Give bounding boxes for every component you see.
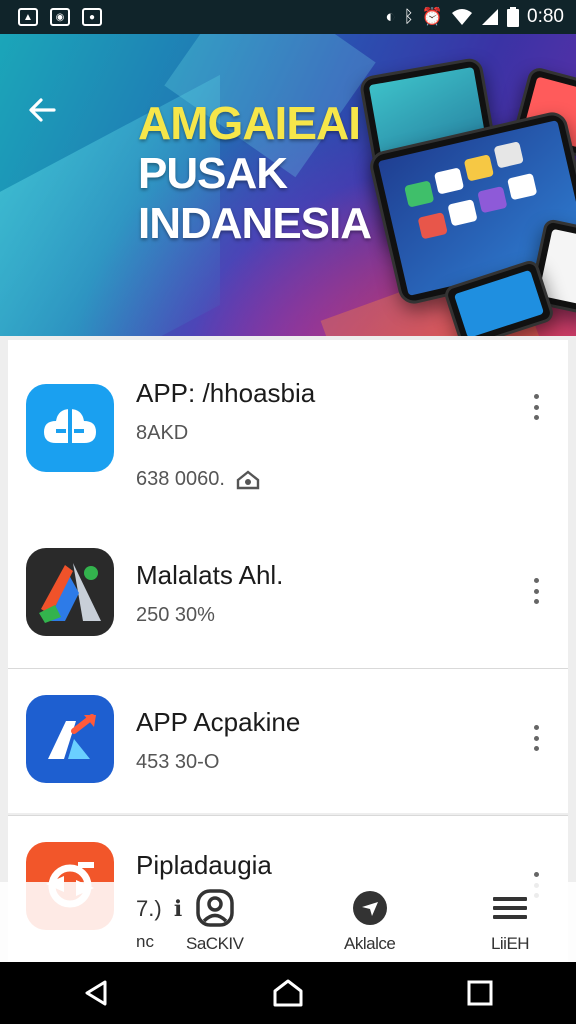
app-downloads: 638 0060. bbox=[136, 468, 261, 491]
nav-item-profile[interactable]: SaCKIV bbox=[186, 888, 244, 954]
app-stats: 250 30% bbox=[136, 604, 215, 626]
app-arrow-a-icon bbox=[26, 695, 114, 783]
nav-label: Aklalce bbox=[344, 934, 396, 953]
home-badge-icon bbox=[236, 470, 259, 489]
system-navigation-bar bbox=[0, 962, 576, 1024]
app-name: Malalats Ahl. bbox=[136, 560, 284, 590]
back-button[interactable] bbox=[26, 94, 60, 128]
app-list-card: APP: /hhoasbia 8AKD 638 0060. Malalats A… bbox=[8, 340, 568, 670]
banner-line-2: PUSAK bbox=[138, 149, 288, 198]
image-icon: ▲ bbox=[18, 8, 38, 26]
compass-icon bbox=[352, 891, 387, 925]
banner-line-1: AMGAIEAI bbox=[138, 97, 361, 149]
status-time: 0:80 bbox=[527, 6, 564, 27]
menu-icon bbox=[493, 897, 527, 919]
app-a-logo-icon bbox=[26, 548, 114, 636]
nav-label: LiiEH bbox=[490, 934, 530, 953]
system-home-button[interactable] bbox=[268, 973, 308, 1013]
battery-icon bbox=[507, 7, 520, 27]
banner-line-3: INDANESIA bbox=[138, 199, 372, 248]
signal-icon bbox=[482, 9, 499, 25]
list-item-app-3[interactable]: APP Acpakine 453 30-O bbox=[8, 668, 568, 813]
system-back-button[interactable] bbox=[76, 973, 116, 1013]
bottom-navigation: SaCKIV Aklalce LiiEH bbox=[0, 882, 576, 962]
info-icon: ℹ bbox=[173, 896, 183, 921]
nav-item-menu[interactable]: LiiEH bbox=[490, 888, 530, 954]
app-name: APP: /hhoasbia bbox=[136, 378, 316, 408]
app-cloud-icon bbox=[26, 384, 114, 472]
app-developer: 8AKD bbox=[136, 422, 189, 444]
more-options-button[interactable] bbox=[532, 578, 540, 604]
app-stats: 7.) ℹ bbox=[136, 896, 183, 921]
home-icon bbox=[273, 979, 303, 1007]
profile-icon bbox=[195, 889, 234, 927]
system-recents-button[interactable] bbox=[460, 973, 500, 1013]
hero-banner: AMGAIEAI PUSAK INDANESIA bbox=[0, 34, 576, 336]
square-recents-icon bbox=[467, 980, 493, 1006]
bluetooth-icon: ᛒ bbox=[403, 7, 414, 26]
more-options-button[interactable] bbox=[532, 725, 540, 751]
app-name: Pipladaugia bbox=[136, 850, 272, 880]
moon-icon: ◐ bbox=[385, 7, 396, 26]
list-item-app-2[interactable]: Malalats Ahl. 250 30% bbox=[8, 522, 568, 670]
triangle-back-icon bbox=[85, 980, 107, 1006]
app-icon: ● bbox=[82, 8, 102, 26]
banner-headline: AMGAIEAI PUSAK INDANESIA bbox=[138, 97, 372, 248]
alarm-icon: ⏰ bbox=[421, 7, 444, 26]
arrow-left-icon bbox=[29, 98, 56, 122]
app-extra: nc bbox=[136, 932, 154, 951]
nav-label: SaCKIV bbox=[186, 934, 244, 953]
app-name: APP Acpakine bbox=[136, 707, 301, 737]
nav-item-explore[interactable]: Aklalce bbox=[344, 888, 396, 954]
instagram-icon: ◉ bbox=[50, 8, 70, 26]
wifi-icon bbox=[452, 9, 473, 25]
app-stats: 453 30-O bbox=[136, 751, 220, 773]
more-options-button[interactable] bbox=[532, 394, 540, 420]
status-bar: ▲ ◉ ● ◐ ᛒ ⏰ 0:80 bbox=[0, 0, 576, 34]
list-item-app-1[interactable]: APP: /hhoasbia 8AKD 638 0060. bbox=[8, 340, 568, 520]
